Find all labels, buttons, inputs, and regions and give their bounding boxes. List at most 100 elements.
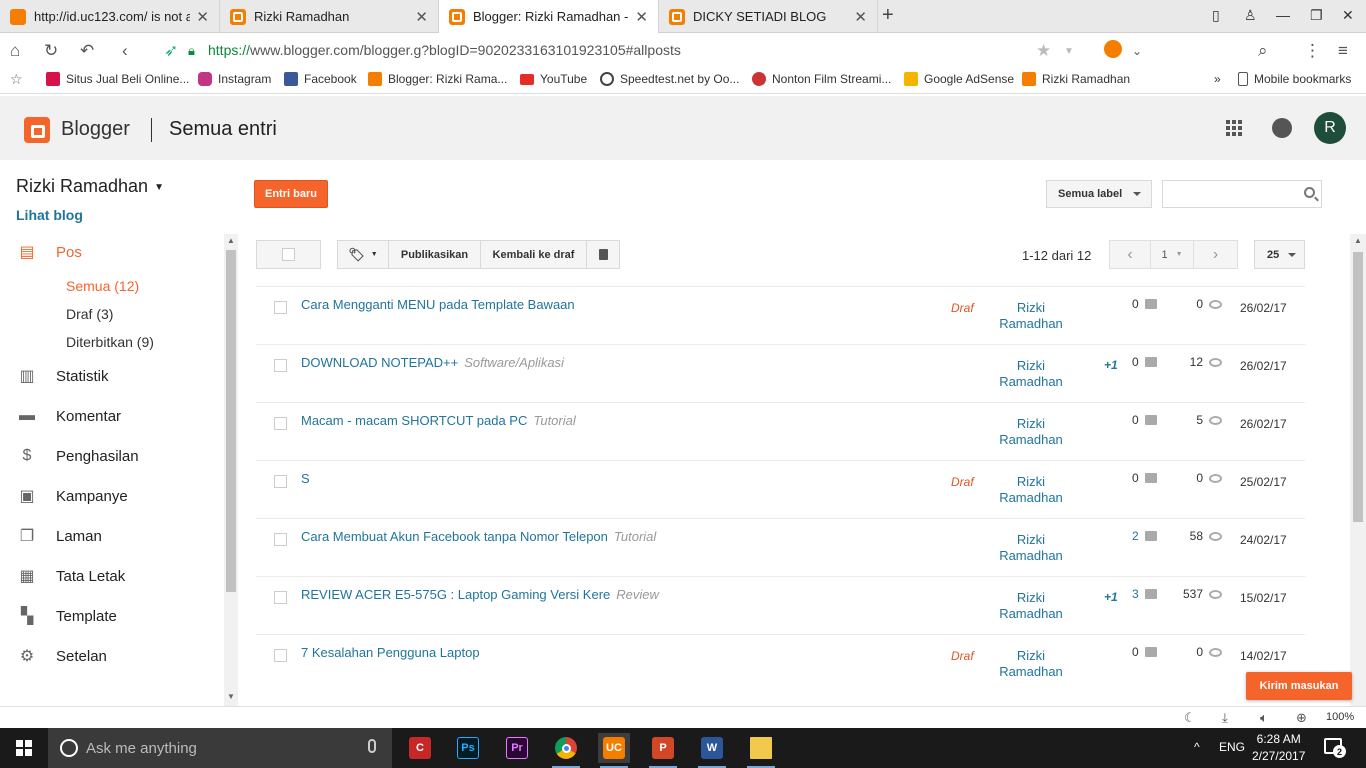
sidebar-item-template[interactable]: ▚ Template	[16, 606, 117, 626]
post-row[interactable]: REVIEW ACER E5-575G : Laptop Gaming Vers…	[256, 576, 1305, 634]
comment-count[interactable]: 0	[1132, 645, 1157, 659]
next-page-button[interactable]: ›	[1194, 240, 1238, 269]
zoom-icon[interactable]: ⊕	[1296, 710, 1307, 726]
restore-icon[interactable]: ❐	[1310, 7, 1323, 24]
sidebar-subitem-all[interactable]: Semua (12)	[66, 278, 139, 294]
revert-to-draft-button[interactable]: Kembali ke draf	[481, 240, 587, 269]
browser-tab[interactable]: Rizki Ramadhan ✕	[220, 0, 439, 33]
browser-tab[interactable]: http://id.uc123.com/ is not av ✕	[0, 0, 220, 33]
row-checkbox[interactable]	[274, 475, 287, 488]
back-icon[interactable]: ‹	[122, 41, 128, 61]
post-label[interactable]: Software/Aplikasi	[464, 355, 564, 370]
bookmark-item[interactable]: Rizki Ramadhan	[1022, 72, 1130, 86]
uc-search-icon[interactable]	[1104, 40, 1122, 58]
new-tab-button[interactable]: +	[882, 4, 894, 27]
browser-tab[interactable]: DICKY SETIADI BLOG ✕	[659, 0, 878, 33]
post-row[interactable]: DOWNLOAD NOTEPAD++ Software/Aplikasi Rizki…	[256, 344, 1305, 402]
bookmark-item[interactable]: Facebook	[284, 72, 357, 86]
scroll-up-icon[interactable]: ▲	[227, 236, 235, 245]
star-icon[interactable]: ☆	[10, 71, 23, 88]
post-row[interactable]: Cara Mengganti MENU pada Template Bawaan…	[256, 286, 1305, 344]
home-icon[interactable]: ⌂	[10, 41, 20, 61]
bookmark-item[interactable]: Google AdSense	[904, 72, 1014, 86]
view-blog-link[interactable]: Lihat blog	[16, 207, 83, 223]
post-author-link[interactable]: Rizki Ramadhan	[986, 416, 1076, 448]
apps-grid-icon[interactable]	[1226, 120, 1242, 136]
chevron-down-icon[interactable]: ⌄	[1132, 44, 1142, 58]
row-checkbox[interactable]	[274, 359, 287, 372]
tile-windows-icon[interactable]: ▯	[1212, 7, 1220, 24]
post-author-link[interactable]: Rizki Ramadhan	[986, 532, 1076, 564]
sidebar-item-campaigns[interactable]: ▣ Kampanye	[16, 486, 127, 506]
post-row[interactable]: S Draf Rizki Ramadhan 0 0 25/02/17	[256, 460, 1305, 518]
main-scrollbar[interactable]: ▲	[1350, 234, 1366, 706]
system-clock[interactable]: 6:28 AM 2/27/2017	[1252, 731, 1305, 765]
browser-tab-active[interactable]: Blogger: Rizki Ramadhan - Ser ✕	[439, 0, 659, 34]
close-icon[interactable]: ✕	[635, 8, 648, 26]
zoom-level[interactable]: 100%	[1326, 711, 1354, 723]
avatar[interactable]: R	[1314, 112, 1346, 144]
scrollbar-thumb[interactable]	[226, 250, 236, 592]
post-title-link[interactable]: REVIEW ACER E5-575G : Laptop Gaming Vers…	[301, 587, 659, 602]
scrollbar-thumb[interactable]	[1353, 252, 1363, 522]
rocket-icon[interactable]: ➶	[164, 41, 178, 61]
post-author-link[interactable]: Rizki Ramadhan	[986, 300, 1076, 332]
close-icon[interactable]: ✕	[196, 8, 209, 26]
comment-count[interactable]: 0	[1132, 297, 1157, 311]
bookmarks-overflow-button[interactable]: »	[1214, 72, 1221, 86]
taskbar-app[interactable]: Ps	[452, 733, 484, 763]
bookmark-item[interactable]: Blogger: Rizki Rama...	[368, 72, 507, 86]
menu-icon[interactable]: ≡	[1338, 41, 1348, 61]
comment-count[interactable]: 0	[1132, 471, 1157, 485]
tray-overflow-icon[interactable]: ^	[1194, 740, 1200, 754]
close-icon[interactable]: ✕	[415, 8, 428, 26]
post-author-link[interactable]: Rizki Ramadhan	[986, 648, 1076, 680]
close-icon[interactable]: ✕	[854, 8, 867, 26]
sidebar-subitem-published[interactable]: Diterbitkan (9)	[66, 334, 154, 350]
taskbar-app[interactable]: P	[647, 733, 679, 768]
taskbar-app[interactable]: C	[404, 733, 436, 763]
post-title-link[interactable]: Macam - macam SHORTCUT pada PC Tutorial	[301, 413, 576, 428]
blogger-logo-icon[interactable]	[24, 117, 50, 143]
posts-per-page-dropdown[interactable]: 25	[1254, 240, 1305, 269]
minimize-icon[interactable]: —	[1276, 7, 1290, 23]
sidebar-item-layout[interactable]: ▦ Tata Letak	[16, 566, 125, 586]
blog-selector[interactable]: Rizki Ramadhan ▼	[16, 176, 164, 197]
select-all-checkbox[interactable]	[256, 240, 321, 269]
row-checkbox[interactable]	[274, 301, 287, 314]
taskbar-app[interactable]: Pr	[501, 733, 533, 763]
post-label[interactable]: Review	[616, 587, 659, 602]
new-post-button[interactable]: Entri baru	[254, 180, 328, 208]
checkbox[interactable]	[282, 248, 295, 261]
post-author-link[interactable]: Rizki Ramadhan	[986, 358, 1076, 390]
search-input[interactable]	[1162, 180, 1322, 208]
cortana-search-box[interactable]: Ask me anything	[48, 728, 392, 768]
comment-count[interactable]: 0	[1132, 355, 1157, 369]
notification-bell-icon[interactable]	[1272, 118, 1292, 138]
sidebar-subitem-draft[interactable]: Draf (3)	[66, 306, 113, 322]
download-icon[interactable]: ⤓	[1222, 710, 1228, 726]
undo-icon[interactable]: ↶	[80, 41, 94, 61]
post-title-link[interactable]: 7 Kesalahan Pengguna Laptop	[301, 645, 480, 660]
post-author-link[interactable]: Rizki Ramadhan	[986, 590, 1076, 622]
bookmark-item[interactable]: YouTube	[520, 72, 587, 86]
previous-page-button[interactable]: ‹	[1109, 240, 1151, 269]
label-filter-dropdown[interactable]: Semua label	[1046, 180, 1152, 208]
publish-button[interactable]: Publikasikan	[389, 240, 481, 269]
sidebar-item-settings[interactable]: ⚙ Setelan	[16, 646, 107, 666]
sidebar-item-pages[interactable]: ❐ Laman	[16, 526, 102, 546]
row-checkbox[interactable]	[274, 533, 287, 546]
row-checkbox[interactable]	[274, 649, 287, 662]
brand-name[interactable]: Blogger	[61, 118, 130, 141]
page-select[interactable]: 1 ▼	[1151, 240, 1194, 269]
scroll-up-icon[interactable]: ▲	[1354, 236, 1362, 245]
post-label[interactable]: Tutorial	[614, 529, 656, 544]
volume-icon[interactable]: 🔈︎	[1260, 710, 1268, 726]
post-author-link[interactable]: Rizki Ramadhan	[986, 474, 1076, 506]
bookmark-item[interactable]: Situs Jual Beli Online...	[46, 72, 189, 86]
row-checkbox[interactable]	[274, 591, 287, 604]
chevron-down-icon[interactable]: ▼	[1064, 46, 1074, 57]
post-title-link[interactable]: Cara Mengganti MENU pada Template Bawaan	[301, 297, 575, 312]
comment-count[interactable]: 0	[1132, 413, 1157, 427]
bookmark-item[interactable]: Speedtest.net by Oo...	[600, 72, 739, 86]
